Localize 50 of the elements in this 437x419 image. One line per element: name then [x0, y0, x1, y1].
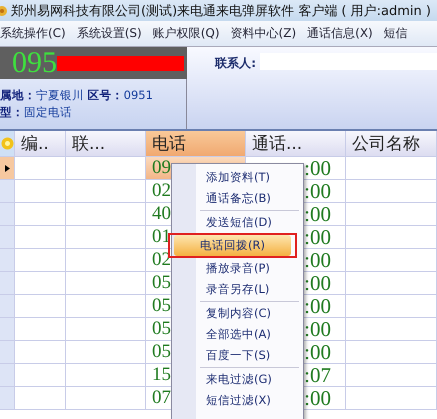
- context-menu-item[interactable]: 发送短信(D): [174, 212, 301, 233]
- table-cell: 05: [152, 318, 171, 340]
- menu-item[interactable]: 系统操作(C): [0, 25, 66, 42]
- column-header[interactable]: 联...: [66, 131, 146, 157]
- table-cell: 05: [152, 341, 171, 363]
- caller-info: 属地：宁夏银川 区号：0951: [0, 88, 154, 103]
- table-cell: :00: [304, 249, 331, 271]
- flower-icon: [0, 137, 14, 150]
- table-cell: :00: [304, 226, 331, 248]
- table-cell: :00: [304, 387, 331, 409]
- context-menu-item[interactable]: 百度一下(S): [174, 345, 301, 366]
- table-cell: 01: [152, 226, 171, 248]
- table-cell: :00: [304, 203, 331, 225]
- menu-item[interactable]: 短信: [384, 25, 408, 42]
- column-header[interactable]: 公司名称: [346, 131, 437, 157]
- column-header[interactable]: 通话...: [246, 131, 346, 157]
- table-cell: 07: [152, 387, 171, 409]
- contact-label: 联系人:: [215, 55, 256, 72]
- context-menu-item[interactable]: 添加资料(T): [174, 167, 301, 188]
- table-cell: :00: [304, 272, 331, 294]
- menu-item[interactable]: 资料中心(Z): [230, 25, 296, 42]
- menu-item[interactable]: 通话信息(X): [307, 25, 373, 42]
- column-header[interactable]: 编..: [15, 131, 66, 157]
- table-cell: 40: [152, 203, 171, 225]
- table-cell: :07: [304, 364, 331, 386]
- window-title: 郑州易网科技有限公司(测试)来电通来电弹屏软件 客户端 ( 用户:admin ): [11, 2, 431, 20]
- caller-info: 型：固定电话: [0, 105, 73, 120]
- context-menu-item[interactable]: 全部选中(A): [174, 324, 301, 345]
- menu-item[interactable]: 系统设置(S): [76, 25, 142, 42]
- context-menu-item[interactable]: 复制内容(C): [174, 303, 301, 324]
- caller-number: 095: [12, 47, 57, 79]
- table-cell: :00: [304, 295, 331, 317]
- context-menu-item[interactable]: 来电过滤(G): [174, 369, 301, 390]
- table-cell: 05: [152, 272, 171, 294]
- current-row-icon: [4, 164, 10, 172]
- table-cell: 05: [152, 295, 171, 317]
- table-cell: :00: [304, 341, 331, 363]
- table-cell: 09: [152, 157, 171, 179]
- table-cell: :00: [304, 318, 331, 340]
- column-header[interactable]: 电话: [146, 131, 246, 157]
- context-menu-item[interactable]: 播放录音(P): [174, 258, 301, 279]
- context-menu-item[interactable]: 电话回拨(R): [174, 235, 291, 256]
- context-menu-item[interactable]: 短信过滤(X): [174, 390, 301, 411]
- table-cell: 02: [152, 180, 171, 202]
- table-cell: 15: [152, 364, 171, 386]
- table-cell: :00: [304, 180, 331, 202]
- menu-item[interactable]: 账户权限(Q): [152, 25, 220, 42]
- table-cell: :00: [304, 157, 331, 179]
- context-menu-item[interactable]: 录音另存(L): [174, 279, 301, 300]
- context-menu-item[interactable]: 通话备忘(B): [174, 188, 301, 209]
